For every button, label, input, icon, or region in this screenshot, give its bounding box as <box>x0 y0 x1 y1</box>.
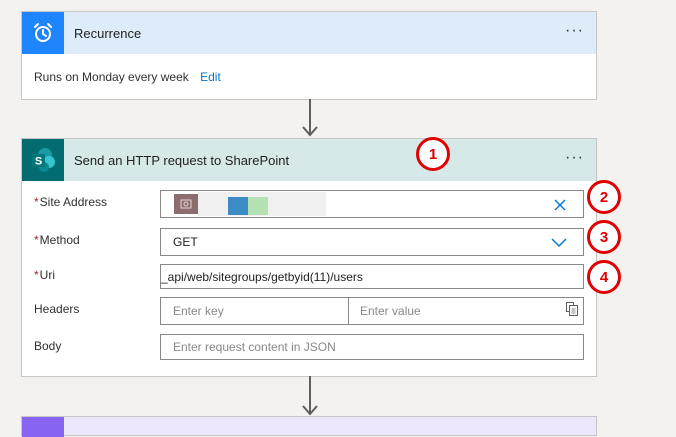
uri-field[interactable]: _api/web/sitegroups/getbyid(11)/users <box>160 264 584 289</box>
site-address-token <box>174 194 198 214</box>
alarm-clock-icon <box>34 23 52 42</box>
recurrence-summary-row: Runs on Monday every week Edit <box>34 70 221 84</box>
uri-label: *Uri <box>34 268 55 282</box>
callout-badge-4: 4 <box>587 260 621 294</box>
redacted-block-green <box>248 197 268 215</box>
required-marker: * <box>34 233 39 247</box>
method-label-text: Method <box>39 233 80 247</box>
switch-to-text-mode-icon[interactable] <box>565 301 579 317</box>
next-action-card[interactable] <box>21 416 597 437</box>
next-action-icon-tile <box>22 417 64 437</box>
recurrence-header[interactable]: Recurrence ··· <box>22 12 596 54</box>
recurrence-more-button[interactable]: ··· <box>565 23 584 39</box>
method-value: GET <box>173 235 198 249</box>
callout-badge-2: 2 <box>587 180 621 214</box>
clear-icon[interactable] <box>553 198 567 212</box>
recurrence-summary: Runs on Monday every week <box>34 70 189 84</box>
flow-connector-arrow <box>302 376 318 416</box>
http-request-header[interactable]: S Send an HTTP request to SharePoint ··· <box>22 139 596 181</box>
header-value-placeholder: Enter value <box>360 304 421 318</box>
callout-badge-1: 1 <box>416 137 450 171</box>
http-request-title: Send an HTTP request to SharePoint <box>74 152 290 168</box>
uri-label-text: Uri <box>39 268 55 282</box>
flow-connector-arrow <box>302 99 318 137</box>
body-label: Body <box>34 339 62 353</box>
body-input[interactable]: Enter request content in JSON <box>160 334 584 360</box>
http-request-card: S Send an HTTP request to SharePoint ···… <box>21 138 597 377</box>
token-icon <box>180 199 192 209</box>
required-marker: * <box>34 268 39 282</box>
header-value-input[interactable]: Enter value <box>348 297 584 325</box>
uri-value: _api/web/sitegroups/getbyid(11)/users <box>161 269 363 284</box>
sharepoint-icon: S <box>32 148 55 172</box>
http-request-more-button[interactable]: ··· <box>565 150 584 166</box>
method-dropdown[interactable]: GET <box>160 228 584 256</box>
site-address-field[interactable] <box>160 190 584 218</box>
site-address-label: *Site Address <box>34 195 107 209</box>
method-label: *Method <box>34 233 80 247</box>
callout-badge-3: 3 <box>587 220 621 254</box>
headers-label: Headers <box>34 302 80 316</box>
svg-text:S: S <box>35 156 42 168</box>
chevron-down-icon[interactable] <box>551 238 567 248</box>
recurrence-icon-tile <box>22 12 64 54</box>
header-key-placeholder: Enter key <box>173 304 224 318</box>
required-marker: * <box>34 195 39 209</box>
redacted-block-blue <box>228 197 248 215</box>
recurrence-title: Recurrence <box>74 25 142 41</box>
site-address-label-text: Site Address <box>39 195 108 209</box>
sharepoint-icon-tile: S <box>22 139 64 181</box>
recurrence-edit-link[interactable]: Edit <box>200 70 221 84</box>
body-placeholder: Enter request content in JSON <box>173 340 336 354</box>
recurrence-card: Recurrence ··· Runs on Monday every week… <box>21 11 597 100</box>
header-key-input[interactable]: Enter key <box>160 297 349 325</box>
